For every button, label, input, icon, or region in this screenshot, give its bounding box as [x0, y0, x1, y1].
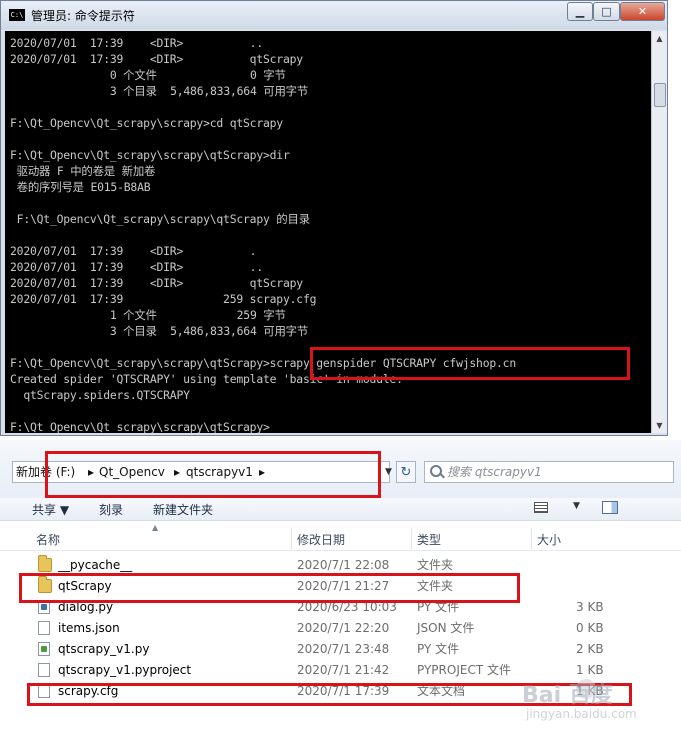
new-folder-button[interactable]: 新建文件夹 — [153, 501, 213, 518]
console-line: 3 个目录 5,486,833,664 可用字节 — [10, 84, 309, 98]
minimize-button[interactable]: ▁ — [567, 2, 593, 21]
preview-pane-icon[interactable] — [602, 501, 618, 514]
column-divider[interactable] — [411, 528, 412, 550]
document-icon — [38, 663, 50, 677]
column-name[interactable]: 名称 — [36, 531, 60, 548]
console-line: 2020/07/01 17:39 <DIR> .. — [10, 260, 263, 274]
search-placeholder: 搜索 qtscrapyv1 — [447, 465, 542, 479]
search-input[interactable]: 搜索 qtscrapyv1 — [424, 461, 674, 483]
highlight-address-bar — [45, 451, 381, 498]
console-line: 2020/07/01 17:39 259 scrapy.cfg — [10, 292, 317, 306]
console-line: 2020/07/01 17:39 <DIR> qtScrapy — [10, 52, 303, 66]
console-line: F:\Qt_Opencv\Qt_scrapy\scrapy>cd qtScrap… — [10, 116, 283, 130]
folder-icon — [38, 555, 52, 572]
file-name: qtscrapy_v1.py — [58, 642, 150, 656]
console-line: 2020/07/01 17:39 <DIR> . — [10, 244, 257, 258]
share-button[interactable]: 共享 ▼ — [32, 501, 69, 518]
sort-ascending-icon: ▲ — [152, 523, 159, 532]
console-line: F:\Qt_Opencv\Qt_scrapy\scrapy\qtScrapy 的… — [10, 212, 310, 226]
python-file-icon — [38, 642, 50, 656]
console-line: qtScrapy.spiders.QTSCRAPY — [10, 388, 190, 402]
cmd-window-title: 管理员: 命令提示符 — [31, 9, 135, 23]
column-date[interactable]: 修改日期 — [297, 531, 345, 548]
document-icon — [38, 621, 50, 635]
file-row-items-json[interactable]: items.json 2020/7/1 22:20 JSON 文件 0 KB — [0, 618, 681, 639]
file-name: qtscrapy_v1.pyproject — [58, 663, 192, 677]
column-type[interactable]: 类型 — [417, 531, 441, 548]
file-size: 0 KB — [576, 621, 604, 635]
file-date: 2020/7/1 21:42 — [297, 663, 390, 677]
file-name: items.json — [58, 621, 120, 635]
view-options-icon[interactable] — [534, 502, 548, 513]
maximize-button[interactable]: □ — [593, 2, 620, 21]
chevron-down-icon[interactable]: ▼ — [385, 462, 392, 482]
cmd-titlebar[interactable]: C:\ 管理员: 命令提示符 ▁ □ ✕ — [1, 1, 667, 29]
console-line: 1 个文件 259 字节 — [10, 308, 286, 322]
file-row-qtscrapy-v1-py[interactable]: qtscrapy_v1.py 2020/7/1 23:48 PY 文件 2 KB — [0, 639, 681, 660]
highlight-scrapy-cfg — [27, 683, 632, 706]
console-line: F:\Qt_Opencv\Qt_scrapy\scrapy\qtScrapy> — [10, 420, 270, 433]
file-size: 3 KB — [576, 600, 604, 614]
file-size: 1 KB — [576, 663, 604, 677]
column-divider[interactable] — [531, 528, 532, 550]
cmd-app-icon: C:\ — [9, 9, 25, 21]
chevron-down-icon[interactable]: ▼ — [573, 501, 580, 511]
command-toolbar: 共享 ▼ 刻录 新建文件夹 ▼ — [0, 498, 681, 521]
file-row-pyproject[interactable]: qtscrapy_v1.pyproject 2020/7/1 21:42 PYP… — [0, 660, 681, 681]
scroll-thumb[interactable] — [654, 83, 666, 107]
refresh-button[interactable]: ↻ — [396, 461, 416, 483]
file-type: JSON 文件 — [417, 621, 475, 635]
console-line: 卷的序列号是 E015-B8AB — [10, 180, 151, 194]
column-header: 名称 ▲ 修改日期 类型 大小 — [0, 523, 681, 551]
console-line: F:\Qt_Opencv\Qt_scrapy\scrapy\qtScrapy>d… — [10, 148, 290, 162]
scroll-up-icon[interactable]: ▲ — [652, 31, 667, 46]
column-divider[interactable] — [291, 528, 292, 550]
file-size: 2 KB — [576, 642, 604, 656]
search-icon — [430, 465, 442, 477]
file-date: 2020/7/1 23:48 — [297, 642, 390, 656]
console-line: 3 个目录 5,486,833,664 可用字节 — [10, 324, 309, 338]
file-date: 2020/7/1 22:20 — [297, 621, 390, 635]
file-type: PYPROJECT 文件 — [417, 663, 511, 677]
console-line: 驱动器 F 中的卷是 新加卷 — [10, 164, 156, 178]
column-size[interactable]: 大小 — [537, 531, 561, 548]
highlight-qtscrapy-folder — [19, 573, 520, 603]
file-type: PY 文件 — [417, 642, 460, 656]
console-line: 2020/07/01 17:39 <DIR> qtScrapy — [10, 276, 303, 290]
console-line: 0 个文件 0 字节 — [10, 68, 286, 82]
console-scrollbar[interactable]: ▲ ▼ — [651, 31, 667, 433]
scroll-down-icon[interactable]: ▼ — [652, 418, 667, 433]
highlight-genspider-command — [310, 347, 630, 380]
close-button[interactable]: ✕ — [620, 2, 665, 21]
console-line: 2020/07/01 17:39 <DIR> .. — [10, 36, 263, 50]
burn-button[interactable]: 刻录 — [99, 501, 123, 518]
